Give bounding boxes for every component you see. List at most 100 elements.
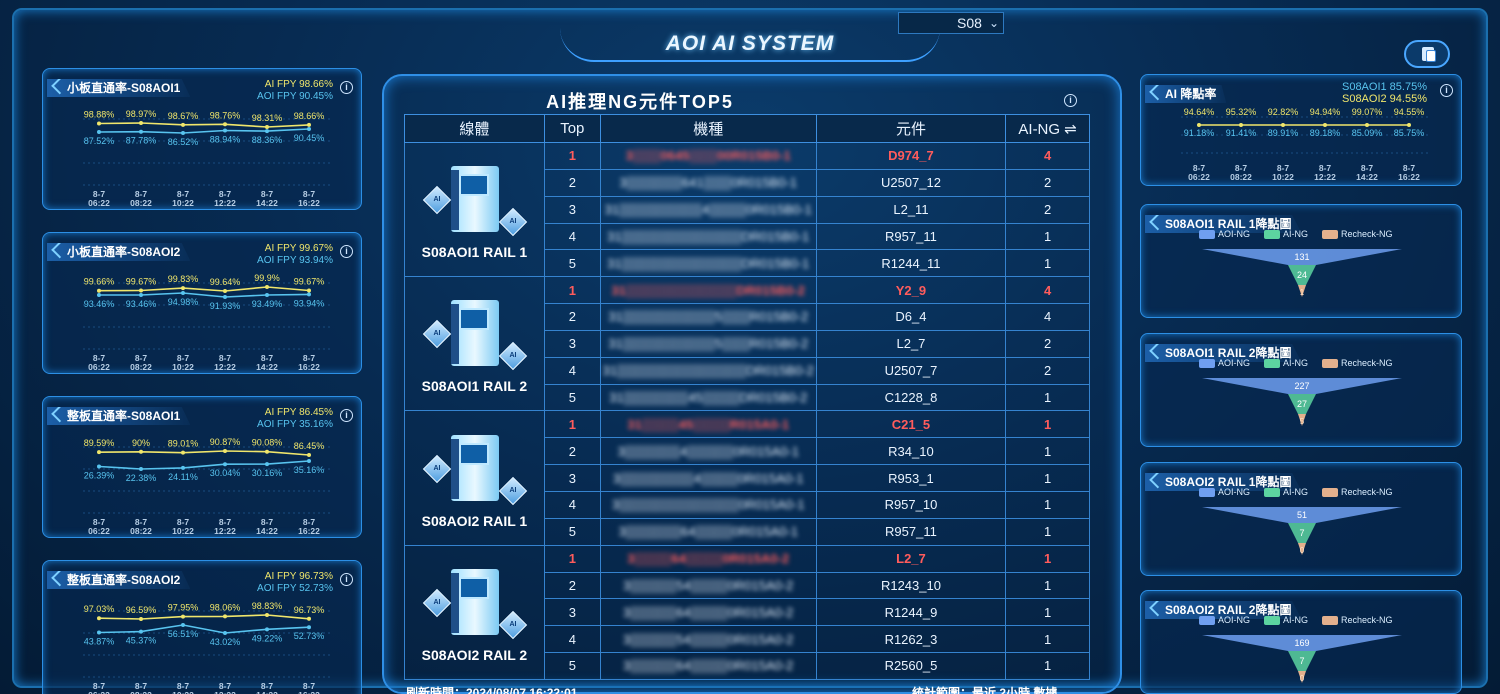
aoi-fpy-series bbox=[99, 292, 310, 298]
model-value: 3▒▒▒▒▒54▒▒▒▒0R015A0-2 bbox=[623, 577, 794, 593]
rate-point bbox=[1281, 123, 1285, 127]
legend-item[interactable]: AI-NG bbox=[1264, 358, 1308, 369]
ai-ng-cell: 4 bbox=[1005, 276, 1090, 305]
ai-ng-cell: 1 bbox=[1005, 652, 1090, 680]
model-value: 3▒▒▒▒▒54▒▒▒▒0R015A0-2 bbox=[623, 631, 794, 647]
x-tick-time: 12:22 bbox=[214, 526, 236, 536]
ai-ng-cell: 2 bbox=[1005, 168, 1090, 197]
aoi-machine-icon: AI AI bbox=[421, 300, 528, 371]
ai-value-label: 97.03% bbox=[84, 604, 115, 614]
legend-item[interactable]: Recheck-NG bbox=[1322, 487, 1393, 498]
rank-cell: 3 bbox=[543, 598, 601, 627]
x-tick-time: 16:22 bbox=[298, 690, 320, 694]
rank-cell: 4 bbox=[543, 625, 601, 654]
ai-value-label: 98.88% bbox=[84, 110, 115, 120]
legend-item[interactable]: AI-NG bbox=[1264, 615, 1308, 626]
legend-swatch bbox=[1199, 488, 1215, 498]
aoi-point bbox=[181, 465, 185, 470]
ai-point bbox=[139, 449, 143, 454]
info-icon[interactable]: i bbox=[1440, 84, 1453, 97]
ai-point bbox=[223, 122, 227, 127]
legend-item[interactable]: Recheck-NG bbox=[1322, 615, 1393, 626]
ai-value-label: 89.59% bbox=[84, 438, 115, 448]
ai-value-label: 99.64% bbox=[210, 277, 241, 287]
recheck-ng-value: 0 bbox=[1300, 674, 1305, 683]
ai-value-label: 98.66% bbox=[294, 111, 325, 121]
ai-value-label: 98.67% bbox=[168, 111, 199, 121]
model-cell: 3▒▒▒▒▒▒▒▒4▒▒▒▒0R015A0-1 bbox=[599, 464, 817, 492]
model-value: 3▒▒▒▒▒64▒▒▒▒0R015A0-2 bbox=[623, 658, 794, 674]
machine-side bbox=[451, 304, 460, 365]
aoi-point bbox=[139, 467, 143, 471]
legend-label: AOI-NG bbox=[1218, 487, 1251, 497]
ai-point bbox=[265, 449, 269, 454]
model-value: 31▒▒▒▒45▒▒▒▒R015A0-1 bbox=[627, 416, 790, 432]
ai-point bbox=[181, 122, 185, 127]
aoi-point bbox=[265, 129, 269, 134]
model-cell: 3▒▒▒▒64▒▒▒▒0R015A0-2 bbox=[599, 544, 817, 573]
line-name: S08AOI2 RAIL 1 bbox=[421, 512, 528, 529]
legend-label: AI-NG bbox=[1283, 229, 1309, 239]
ai-ng-cell: 1 bbox=[1005, 571, 1090, 600]
machine-side bbox=[451, 170, 460, 231]
aoi-value-label: 56.51% bbox=[168, 629, 199, 639]
rank-cell: 5 bbox=[543, 249, 601, 278]
translate-button[interactable] bbox=[1404, 40, 1450, 68]
legend-item[interactable]: Recheck-NG bbox=[1322, 229, 1393, 240]
rank-cell: 1 bbox=[543, 410, 601, 439]
aoi-value-label: 88.36% bbox=[252, 135, 283, 145]
legend-item[interactable]: AOI-NG bbox=[1199, 229, 1250, 240]
rank-cell: 4 bbox=[543, 356, 601, 385]
part-cell: C21_5 bbox=[815, 410, 1007, 439]
model-cell: 31▒▒▒▒45▒▒▒▒R015A0-1 bbox=[599, 410, 817, 439]
aoi-value-label: 90.45% bbox=[294, 133, 325, 143]
dashboard-root: { "app": {"title": "AOI AI SYSTEM", "lin… bbox=[0, 0, 1500, 694]
ai-value-label: 90.08% bbox=[252, 438, 283, 448]
line-cell: AI AI S08AOI1 RAIL 1 bbox=[404, 141, 545, 278]
model-cell: 31▒▒▒▒▒▒▒▒▒4▒▒▒▒0R015B0-1 bbox=[599, 195, 817, 224]
x-tick-time: 16:22 bbox=[298, 362, 320, 372]
aoi-value-label: 93.46% bbox=[126, 299, 157, 309]
aoi-value-label: 30.04% bbox=[210, 468, 241, 478]
info-icon[interactable]: i bbox=[1064, 94, 1077, 107]
aoi-value-label: 24.11% bbox=[168, 472, 198, 482]
x-tick-time: 12:22 bbox=[1314, 172, 1336, 182]
ai-fpy-series bbox=[98, 286, 310, 292]
legend-label: AI-NG bbox=[1283, 487, 1309, 497]
ai-point bbox=[265, 125, 269, 129]
legend-item[interactable]: AOI-NG bbox=[1199, 615, 1251, 626]
column-header[interactable]: AI-NG ⇌ bbox=[1005, 114, 1090, 143]
x-tick-time: 10:22 bbox=[172, 362, 194, 372]
model-value: 31▒▒▒▒▒▒▒45▒▒▒▒DR015B0-2 bbox=[609, 390, 808, 406]
part-cell: R1244_11 bbox=[815, 249, 1007, 278]
model-cell: 31▒▒▒▒▒▒▒▒▒▒▒▒▒DR015B0-1 bbox=[599, 249, 817, 278]
funnel-legend: AOI-NG AI-NG Recheck-NG bbox=[1199, 615, 1407, 626]
aoi-value-label: 91.93% bbox=[210, 301, 241, 311]
legend-item[interactable]: Recheck-NG bbox=[1322, 358, 1393, 369]
part-cell: Y2_9 bbox=[815, 276, 1007, 305]
part-cell: D6_4 bbox=[815, 303, 1007, 331]
line-selector[interactable]: S08 ⌄ bbox=[898, 12, 1004, 34]
machine-screen bbox=[459, 308, 490, 331]
ai-point bbox=[181, 614, 185, 619]
model-value: 3▒▒▒▒64▒▒▒▒0R015A0-2 bbox=[627, 551, 790, 567]
legend-label: AOI-NG bbox=[1218, 615, 1251, 625]
legend-swatch bbox=[1322, 616, 1339, 626]
aoi-value-label: 49.22% bbox=[252, 633, 283, 643]
aoi-value-label: 52.73% bbox=[294, 631, 325, 641]
model-cell: 3▒▒▒▒▒▒641▒▒▒0R015B0-1 bbox=[599, 168, 817, 197]
legend-item[interactable]: AI-NG bbox=[1264, 487, 1309, 498]
rank-cell: 5 bbox=[543, 383, 601, 412]
fpy-card: 整板直通率-S08AOI1 AI FPY 86.45% AOI FPY 35.16%… bbox=[42, 396, 362, 538]
rank-cell: 1 bbox=[543, 544, 601, 573]
legend-item[interactable]: AI-NG bbox=[1264, 229, 1309, 240]
ai-point bbox=[97, 616, 101, 621]
model-value: 3▒▒▒▒▒▒4▒▒▒▒▒0R015A0-1 bbox=[617, 443, 799, 459]
legend-label: Recheck-NG bbox=[1341, 615, 1393, 625]
card-title: AI 降點率 bbox=[1145, 85, 1227, 103]
legend-item[interactable]: AOI-NG bbox=[1199, 358, 1250, 369]
legend-item[interactable]: AOI-NG bbox=[1199, 487, 1251, 498]
aoi-point bbox=[139, 129, 143, 134]
line-name: S08AOI2 RAIL 2 bbox=[421, 646, 528, 663]
machine-screen bbox=[459, 174, 490, 197]
